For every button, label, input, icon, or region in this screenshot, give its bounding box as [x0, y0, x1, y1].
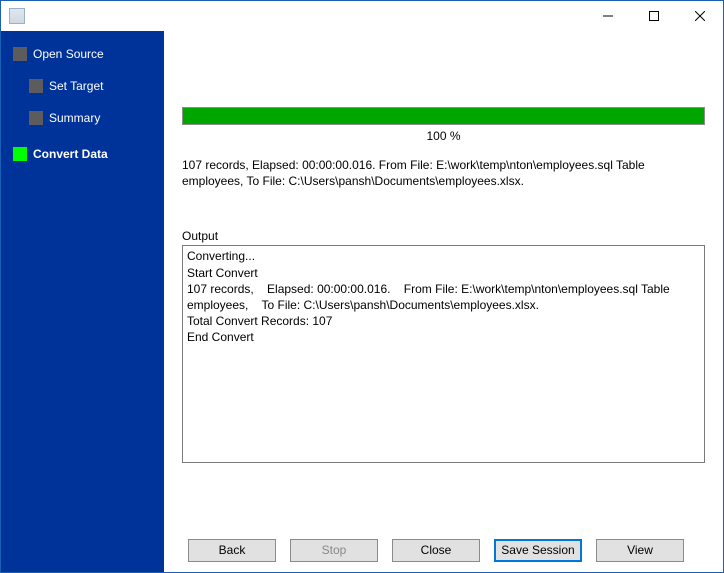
- sidebar-item-label: Open Source: [33, 47, 104, 61]
- conversion-summary: 107 records, Elapsed: 00:00:00.016. From…: [182, 157, 705, 189]
- stop-button: Stop: [290, 539, 378, 562]
- main-panel: 100 % 107 records, Elapsed: 00:00:00.016…: [164, 31, 723, 572]
- view-button[interactable]: View: [596, 539, 684, 562]
- progress-label: 100 %: [182, 129, 705, 143]
- sidebar-item-set-target[interactable]: Set Target: [1, 73, 164, 99]
- close-button[interactable]: [677, 1, 723, 31]
- window-body: Open Source Set Target Summary Convert D…: [1, 31, 723, 572]
- minimize-button[interactable]: [585, 1, 631, 31]
- progress-fill: [183, 108, 704, 124]
- sidebar-item-open-source[interactable]: Open Source: [1, 41, 164, 67]
- maximize-icon: [649, 11, 659, 21]
- save-session-button[interactable]: Save Session: [494, 539, 582, 562]
- step-marker-icon: [29, 79, 43, 93]
- app-icon: [9, 8, 25, 24]
- minimize-icon: [603, 11, 613, 21]
- close-icon: [695, 11, 705, 21]
- button-bar: Back Stop Close Save Session View: [182, 529, 705, 562]
- wizard-sidebar: Open Source Set Target Summary Convert D…: [1, 31, 164, 572]
- progress-bar: [182, 107, 705, 125]
- window-controls: [585, 1, 723, 31]
- sidebar-item-summary[interactable]: Summary: [1, 105, 164, 131]
- back-button[interactable]: Back: [188, 539, 276, 562]
- app-window: Open Source Set Target Summary Convert D…: [0, 0, 724, 573]
- output-textarea[interactable]: Converting... Start Convert 107 records,…: [182, 245, 705, 463]
- step-marker-icon: [13, 47, 27, 61]
- sidebar-item-label: Set Target: [49, 79, 103, 93]
- step-marker-icon: [13, 147, 27, 161]
- close-wizard-button[interactable]: Close: [392, 539, 480, 562]
- step-marker-icon: [29, 111, 43, 125]
- output-label: Output: [182, 229, 705, 243]
- maximize-button[interactable]: [631, 1, 677, 31]
- sidebar-item-label: Convert Data: [33, 147, 108, 161]
- title-bar: [1, 1, 723, 31]
- progress-section: 100 %: [182, 107, 705, 143]
- sidebar-item-convert-data[interactable]: Convert Data: [1, 141, 164, 167]
- sidebar-item-label: Summary: [49, 111, 100, 125]
